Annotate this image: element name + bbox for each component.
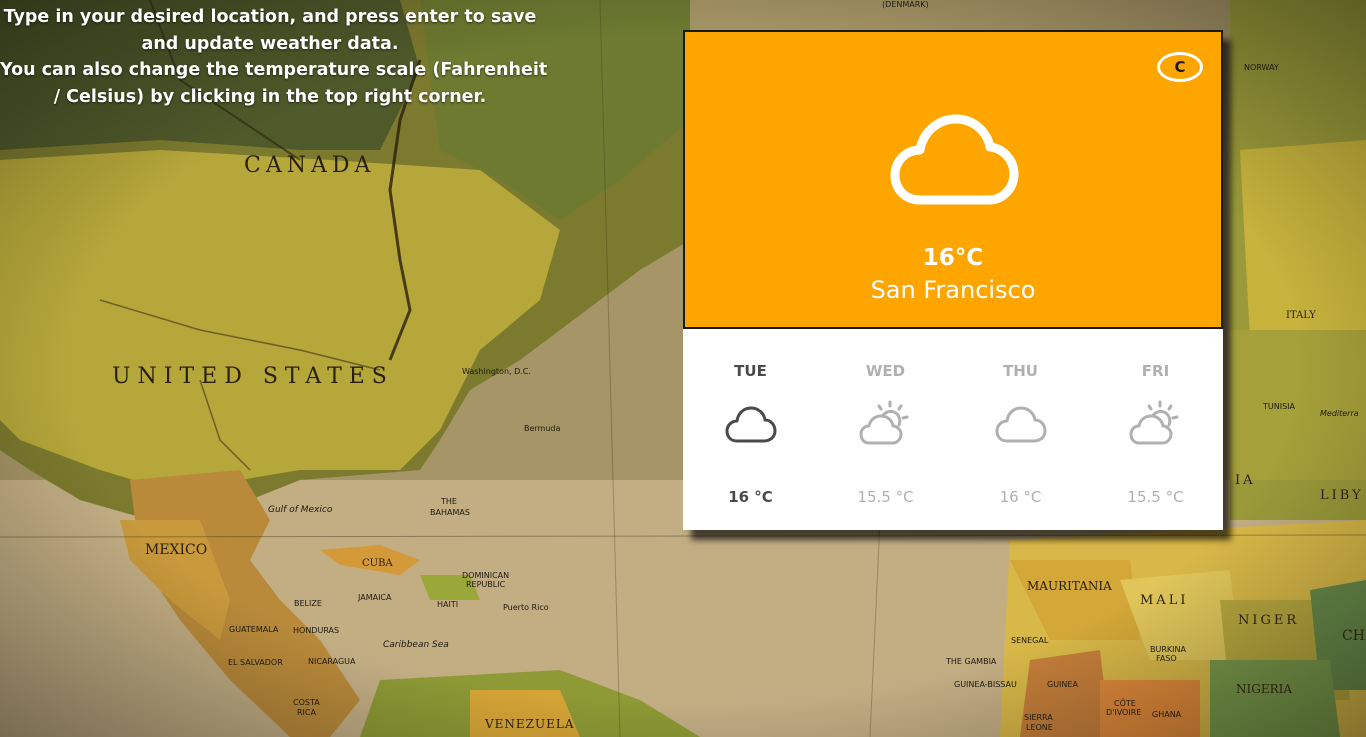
label-belize: BELIZE	[294, 599, 322, 608]
temperature-scale-toggle[interactable]: C	[1157, 52, 1203, 82]
label-the-gambia: THE GAMBIA	[945, 657, 997, 666]
label-puerto-rico: Puerto Rico	[503, 603, 549, 612]
label-nigeria: NIGERIA	[1236, 682, 1292, 696]
partly-sunny-icon	[1129, 400, 1179, 445]
instructions-line: and update weather data.	[141, 33, 399, 54]
label-sierra-leone-2: LEONE	[1026, 723, 1053, 732]
label-gulf-of-mexico: Gulf of Mexico	[268, 505, 333, 515]
instructions-text: Type in your desired location, and press…	[0, 4, 548, 110]
label-norway: NORWAY	[1244, 63, 1279, 72]
label-el-salvador: EL SALVADOR	[228, 658, 283, 667]
forecast-temperature: 16 °C	[728, 488, 773, 506]
forecast-temperature: 15.5 °C	[1127, 488, 1184, 506]
label-ghana: GHANA	[1152, 710, 1182, 719]
label-dominican-2: REPUBLIC	[466, 580, 506, 589]
label-haiti: HAITI	[437, 600, 458, 609]
label-guinea: GUINEA	[1047, 680, 1078, 689]
forecast-day-name: TUE	[734, 362, 767, 380]
label-burkina-1: BURKINA	[1150, 645, 1186, 654]
forecast-day-name: WED	[865, 362, 906, 380]
label-guinea-bissau: GUINEA-BISSAU	[954, 680, 1017, 689]
label-dominican-1: DOMINICAN	[462, 571, 509, 580]
label-senegal: SENEGAL	[1011, 636, 1049, 645]
label-cuba: CUBA	[362, 558, 393, 569]
partly-sunny-icon	[859, 400, 909, 445]
label-canada: CANADA	[244, 153, 375, 178]
label-guatemala: GUATEMALA	[229, 625, 279, 634]
forecast-day-name: FRI	[1141, 362, 1170, 380]
label-honduras: HONDURAS	[293, 626, 339, 635]
label-cote-1: CÔTE	[1114, 697, 1136, 708]
label-burkina-2: FASO	[1156, 654, 1177, 663]
label-bermuda: Bermuda	[524, 424, 561, 433]
label-mali: MALI	[1140, 593, 1188, 608]
forecast-day: FRI 15.5 °C	[1088, 329, 1223, 530]
label-bahamas-1: THE	[440, 497, 457, 506]
current-weather-panel: C 16°C San Francisco	[683, 30, 1223, 329]
cloud-icon	[995, 406, 1047, 443]
label-united-states: UNITED STATES	[112, 364, 394, 389]
instructions-line: You can also change the temperature scal…	[0, 60, 548, 80]
instructions-line: Type in your desired location, and press…	[3, 7, 537, 27]
forecast-day-name: THU	[1003, 362, 1038, 380]
forecast-temperature: 16 °C	[999, 488, 1042, 506]
label-mediterranean: Mediterra	[1320, 409, 1359, 418]
label-chad: CH	[1342, 628, 1365, 644]
label-sierra-leone-1: SIERRA	[1024, 713, 1053, 722]
label-washington: Washington, D.C.	[462, 367, 531, 376]
label-venezuela: VENEZUELA	[484, 717, 575, 731]
label-nicaragua: NICARAGUA	[308, 657, 356, 666]
label-italy: ITALY	[1286, 310, 1316, 321]
forecast-temperature: 15.5 °C	[857, 488, 914, 506]
weather-card: C 16°C San Francisco TUE 16 °C WED 15.5 …	[683, 30, 1223, 530]
forecast-day: TUE 16 °C	[683, 329, 818, 530]
forecast-panel: TUE 16 °C WED 15.5 °C THU 16 °C FRI 15.5…	[683, 329, 1223, 530]
cloud-icon	[890, 114, 1019, 205]
label-niger: NIGER	[1238, 613, 1299, 628]
label-costa-rica-2: RICA	[297, 708, 317, 717]
label-libya: LIBY	[1320, 488, 1364, 503]
label-mauritania: MAURITANIA	[1027, 579, 1112, 593]
label-bahamas-2: BAHAMAS	[430, 508, 470, 517]
forecast-day: WED 15.5 °C	[818, 329, 953, 530]
label-ia: IA	[1235, 473, 1256, 488]
label-jamaica: JAMAICA	[357, 593, 392, 602]
label-cote-2: D'IVOIRE	[1106, 708, 1141, 717]
label-costa-rica-1: COSTA	[293, 698, 320, 707]
cloud-icon	[725, 406, 777, 443]
current-temperature: 16°C	[922, 245, 984, 271]
label-denmark: (DENMARK)	[882, 0, 929, 9]
label-tunisia: TUNISIA	[1262, 402, 1296, 411]
forecast-day: THU 16 °C	[953, 329, 1088, 530]
label-caribbean-sea: Caribbean Sea	[383, 640, 449, 650]
location-name[interactable]: San Francisco	[685, 275, 1221, 305]
label-mexico: MEXICO	[145, 542, 207, 558]
instructions-line: / Celsius) by clicking in the top right …	[53, 86, 487, 107]
